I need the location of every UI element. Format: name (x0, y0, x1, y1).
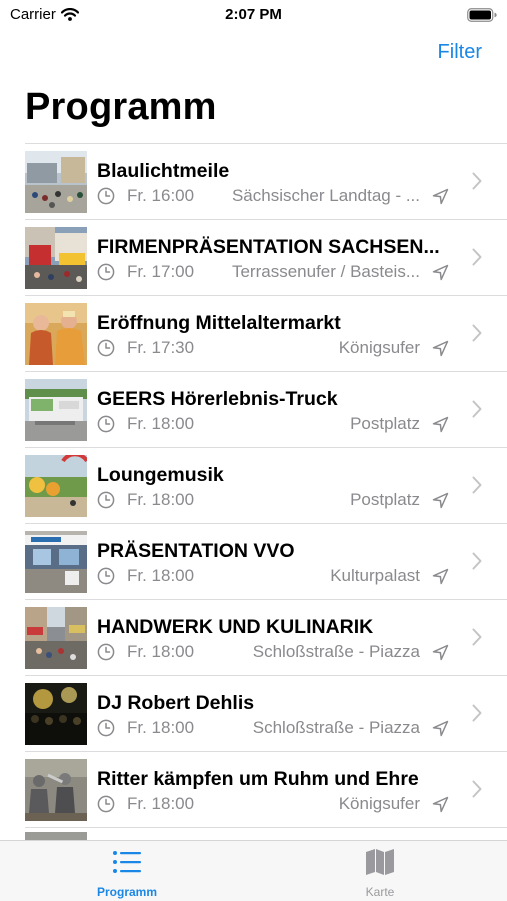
chevron-right-icon (472, 324, 482, 342)
location-arrow-icon (432, 796, 449, 812)
event-row[interactable]: Loungemusik Fr. 18:00 Postplatz (0, 448, 507, 524)
chevron-right-icon (472, 628, 482, 646)
event-row[interactable]: FIRMENPRÄSENTATION SACHSEN... Fr. 17:00 … (0, 220, 507, 296)
event-title: PRÄSENTATION VVO (97, 540, 295, 562)
event-row[interactable]: Eröffnung Mittelaltermarkt Fr. 17:30 Kön… (0, 296, 507, 372)
event-row[interactable]: GEERS Hörerlebnis-Truck Fr. 18:00 Postpl… (0, 372, 507, 448)
location-arrow-icon (432, 264, 449, 280)
event-time: Fr. 16:00 (127, 186, 195, 205)
event-row[interactable]: HANDWERK UND KULINARIK Fr. 18:00 Schloßs… (0, 600, 507, 676)
tab-karte[interactable]: Karte (320, 847, 440, 899)
event-meta: Fr. 18:00 Postplatz (97, 489, 449, 511)
tab-programm[interactable]: Programm (67, 847, 187, 899)
event-location: Postplatz (350, 490, 420, 509)
event-title: HANDWERK UND KULINARIK (97, 616, 374, 638)
event-thumbnail (25, 227, 87, 289)
event-location: Schloßstraße - Piazza (252, 718, 420, 737)
clock-icon (97, 795, 115, 813)
event-time: Fr. 18:00 (127, 414, 195, 433)
tab-label: Programm (96, 885, 158, 899)
location-arrow-icon (432, 568, 449, 584)
clock-icon (97, 643, 115, 661)
event-meta: Fr. 16:00 Sächsischer Landtag - ... (97, 185, 449, 207)
event-title: Loungemusik (97, 464, 224, 486)
chevron-right-icon (472, 552, 482, 570)
event-thumbnail (25, 303, 87, 365)
event-thumbnail (25, 832, 87, 840)
event-row[interactable]: DJ Robert Dehlis Fr. 18:00 Schloßstraße … (0, 676, 507, 752)
event-meta: Fr. 18:00 Schloßstraße - Piazza (97, 717, 449, 739)
event-time: Fr. 18:00 (127, 718, 195, 737)
location-arrow-icon (432, 416, 449, 432)
chevron-right-icon (472, 704, 482, 722)
event-meta: Fr. 17:30 Königsufer (97, 337, 449, 359)
event-row[interactable]: Blaulichtmeile Fr. 16:00 Sächsischer Lan… (0, 144, 507, 220)
chevron-right-icon (472, 780, 482, 798)
event-title: DJ Robert Dehlis (97, 692, 255, 714)
event-location: Kulturpalast (330, 566, 420, 585)
event-location: Terrassenufer / Basteis... (231, 262, 420, 281)
event-time: Fr. 17:00 (127, 262, 195, 281)
clock-icon (97, 263, 115, 281)
event-thumbnail (25, 607, 87, 669)
event-location: Postplatz (350, 414, 420, 433)
event-thumbnail (25, 683, 87, 745)
event-meta: Fr. 17:00 Terrassenufer / Basteis... (97, 261, 449, 283)
clock-icon (97, 415, 115, 433)
chevron-right-icon (472, 400, 482, 418)
event-thumbnail (25, 531, 87, 593)
event-time: Fr. 18:00 (127, 490, 195, 509)
clock-icon (97, 339, 115, 357)
event-title: FIRMENPRÄSENTATION SACHSEN... (97, 236, 440, 258)
event-location: Schloßstraße - Piazza (252, 642, 420, 661)
event-row[interactable]: PRÄSENTATION VVO Fr. 18:00 Kulturpalast (0, 524, 507, 600)
location-arrow-icon (432, 644, 449, 660)
status-bar: Carrier 2:07 PM (0, 0, 507, 30)
event-thumbnail (25, 759, 87, 821)
event-time: Fr. 18:00 (127, 566, 195, 585)
location-arrow-icon (432, 720, 449, 736)
event-location: Königsufer (338, 794, 420, 813)
event-location: Königsufer (338, 338, 420, 357)
event-thumbnail (25, 455, 87, 517)
event-list[interactable]: Blaulichtmeile Fr. 16:00 Sächsischer Lan… (0, 143, 507, 840)
map-icon (366, 849, 394, 875)
event-time: Fr. 18:00 (127, 794, 195, 813)
event-title: GEERS Hörerlebnis-Truck (97, 388, 338, 410)
chevron-right-icon (472, 476, 482, 494)
page-title: Programm (25, 86, 217, 128)
event-location: Sächsischer Landtag - ... (231, 186, 420, 205)
filter-button[interactable]: Filter (438, 41, 482, 64)
event-time: Fr. 18:00 (127, 642, 195, 661)
clock-icon (97, 567, 115, 585)
event-meta: Fr. 18:00 Königsufer (97, 793, 449, 815)
tab-label: Karte (365, 885, 395, 899)
chevron-right-icon (472, 172, 482, 190)
row-separator (25, 827, 507, 828)
event-thumbnail (25, 379, 87, 441)
event-meta: Fr. 18:00 Postplatz (97, 413, 449, 435)
battery-icon (467, 8, 497, 27)
event-title: Ritter kämpfen um Ruhm und Ehre (97, 768, 419, 790)
location-arrow-icon (432, 188, 449, 204)
clock-icon (97, 187, 115, 205)
clock-icon (97, 491, 115, 509)
event-meta: Fr. 18:00 Schloßstraße - Piazza (97, 641, 449, 663)
event-meta: Fr. 18:00 Kulturpalast (97, 565, 449, 587)
list-icon (113, 851, 141, 873)
status-time: 2:07 PM (225, 6, 282, 23)
location-arrow-icon (432, 340, 449, 356)
event-time: Fr. 17:30 (127, 338, 195, 357)
location-arrow-icon (432, 492, 449, 508)
event-thumbnail (25, 151, 87, 213)
event-row[interactable]: Ritter kämpfen um Ruhm und Ehre Fr. 18:0… (0, 752, 507, 828)
clock-icon (97, 719, 115, 737)
tab-bar: Programm Karte (0, 840, 507, 901)
event-title: Eröffnung Mittelaltermarkt (97, 312, 341, 334)
event-title: Blaulichtmeile (97, 160, 230, 182)
chevron-right-icon (472, 248, 482, 266)
